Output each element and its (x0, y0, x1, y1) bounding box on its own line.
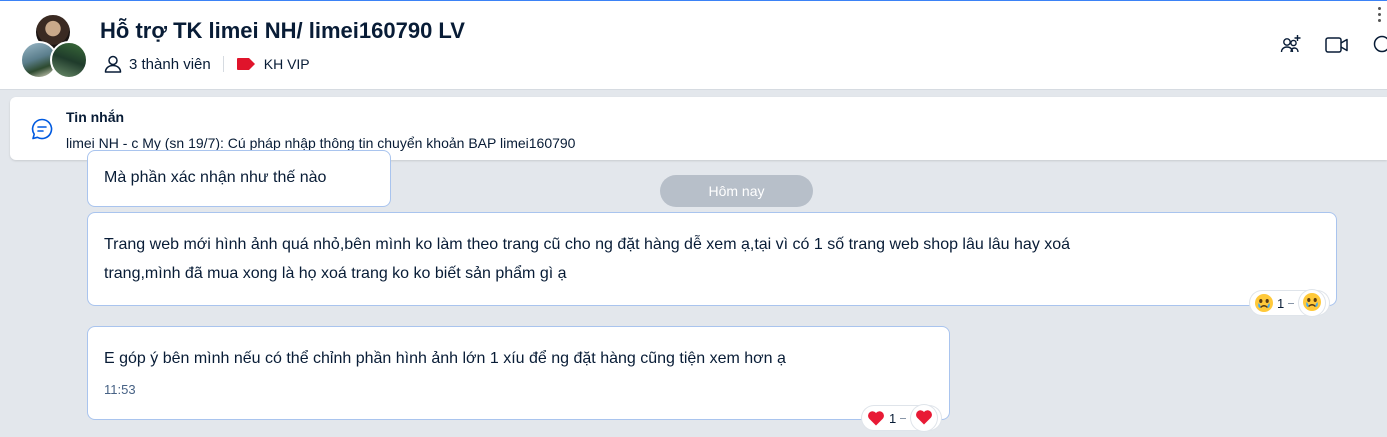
react-button[interactable] (1299, 290, 1326, 316)
header-actions (1278, 34, 1387, 60)
tag-label[interactable]: KH VIP (264, 56, 310, 72)
divider (1288, 302, 1295, 304)
message-bubble[interactable]: E góp ý bên mình nếu có thể chỉnh phần h… (87, 326, 950, 420)
member-avatar (50, 41, 88, 79)
message-text: E góp ý bên mình nếu có thể chỉnh phần h… (104, 350, 786, 367)
group-avatar[interactable] (20, 13, 88, 79)
message-time: 11:53 (104, 382, 136, 397)
heart-icon (914, 407, 934, 430)
conversation-title[interactable]: Hỗ trợ TK limei NH/ limei160790 LV (100, 18, 465, 44)
date-separator: Hôm nay (660, 175, 813, 207)
divider (222, 56, 224, 72)
conversation-subline: 3 thành viên KH VIP (103, 53, 310, 75)
reaction-count: 1 (1277, 295, 1285, 311)
reaction-summary[interactable]: 1 (1250, 290, 1330, 316)
message-text: Trang web mới hình ảnh quá nhỏ,bên mình … (104, 236, 1071, 253)
add-member-button[interactable] (1278, 34, 1304, 60)
reaction-count: 1 (889, 410, 897, 426)
tag-icon[interactable] (236, 57, 256, 71)
crying-face-icon (1302, 292, 1322, 315)
message-bubble[interactable]: Mà phần xác nhận như thế nào (87, 150, 391, 207)
conversation-header: Hỗ trợ TK limei NH/ limei160790 LV 3 thà… (0, 0, 1387, 90)
more-icon[interactable] (1378, 7, 1382, 25)
reaction-summary[interactable]: 1 (862, 405, 942, 431)
message-icon (30, 117, 54, 146)
search-icon (1371, 33, 1387, 62)
react-button[interactable] (911, 405, 938, 431)
members-icon[interactable] (103, 54, 123, 74)
video-call-icon (1324, 34, 1350, 61)
pinned-title: Tin nhắn (66, 109, 125, 125)
search-button[interactable] (1370, 34, 1387, 60)
pinned-text: limei NH - c My (sn 19/7): Cú pháp nhập … (66, 135, 576, 151)
heart-icon (866, 408, 886, 428)
video-call-button[interactable] (1324, 34, 1350, 60)
add-member-icon (1279, 33, 1303, 62)
divider (900, 417, 907, 419)
message-bubble[interactable]: Trang web mới hình ảnh quá nhỏ,bên mình … (87, 212, 1337, 306)
message-text: Mà phần xác nhận như thế nào (104, 169, 327, 186)
message-text: trang,mình đã mua xong là họ xoá trang k… (104, 265, 567, 282)
member-count[interactable]: 3 thành viên (129, 56, 211, 73)
crying-face-icon (1254, 293, 1274, 313)
